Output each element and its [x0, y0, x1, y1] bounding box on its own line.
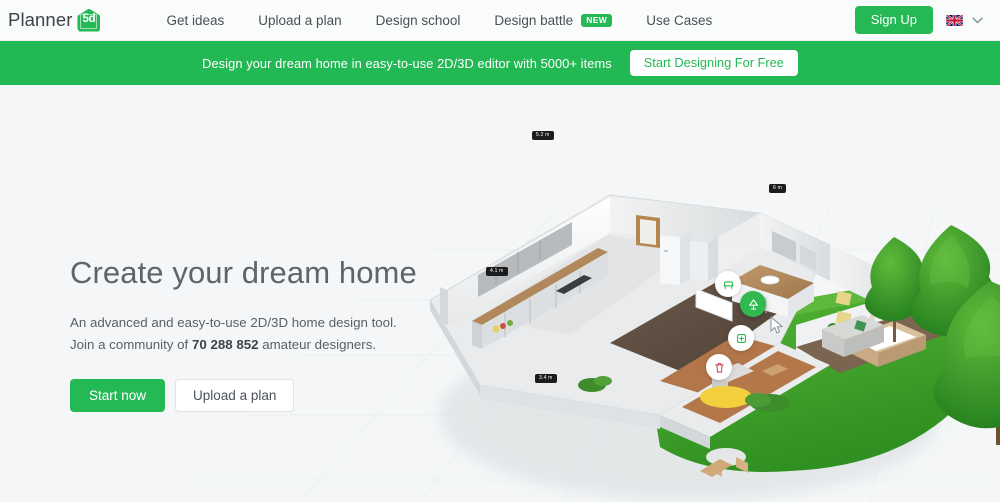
- furniture-swap-icon[interactable]: [715, 271, 741, 297]
- site-header: Planner 5d Get ideas Upload a plan Desig…: [0, 0, 1000, 41]
- brand-name: Planner: [8, 9, 73, 30]
- nav-label: Get ideas: [166, 12, 225, 28]
- brand-badge-text: 5d: [82, 13, 96, 26]
- upload-a-plan-button[interactable]: Upload a plan: [175, 378, 295, 413]
- recolor-glyph: [736, 333, 746, 343]
- language-switcher[interactable]: [946, 14, 983, 26]
- nav-item-use-cases[interactable]: Use Cases: [629, 0, 729, 41]
- dimension-tag: 3.4 m: [535, 374, 557, 383]
- hero-section: Create your dream home An advanced and e…: [0, 85, 1000, 502]
- nav-label: Design school: [375, 12, 461, 28]
- promo-banner-text: Design your dream home in easy-to-use 2D…: [202, 55, 612, 71]
- house-badge-icon: 5d: [77, 8, 101, 32]
- main-navigation: Get ideas Upload a plan Design school De…: [149, 0, 729, 41]
- sign-up-button[interactable]: Sign Up: [854, 6, 933, 34]
- floorplan-illustration: [429, 194, 1000, 500]
- dimension-tag: 6 m: [769, 184, 786, 193]
- nav-item-upload-a-plan[interactable]: Upload a plan: [241, 0, 358, 41]
- hero-subtitle-line2-prefix: Join a community of: [70, 336, 192, 352]
- header-actions: Sign Up: [854, 6, 983, 34]
- trash-glyph: [714, 362, 724, 373]
- nav-label: Use Cases: [646, 12, 713, 28]
- floorplan-3d-render[interactable]: 5.2 m 4.1 m 6 m 3.4 m: [360, 85, 1000, 502]
- start-now-button[interactable]: Start now: [70, 378, 166, 413]
- nav-item-design-school[interactable]: Design school: [359, 0, 478, 41]
- brand-logo[interactable]: Planner 5d: [8, 8, 101, 32]
- nav-label: Design battle: [494, 12, 574, 28]
- uk-flag-icon: [946, 14, 963, 26]
- promo-banner: Design your dream home in easy-to-use 2D…: [0, 41, 1000, 85]
- nav-item-design-battle[interactable]: Design battle NEW: [477, 0, 629, 41]
- hero-subtitle-line1: An advanced and easy-to-use 2D/3D home d…: [70, 314, 397, 330]
- furniture-swap-glyph: [722, 280, 734, 289]
- nav-label: Upload a plan: [258, 12, 342, 28]
- dimension-tag: 4.1 m: [486, 267, 508, 276]
- lamp-glyph: [748, 298, 758, 310]
- trash-icon[interactable]: [706, 354, 732, 380]
- start-designing-button[interactable]: Start Designing For Free: [629, 49, 798, 77]
- new-badge: NEW: [581, 13, 613, 27]
- page-root: Planner 5d Get ideas Upload a plan Desig…: [0, 0, 1000, 502]
- community-count: 70 288 852: [191, 336, 259, 352]
- hero-subtitle-line2-suffix: amateur designers.: [258, 336, 377, 352]
- cursor-arrow-icon: [770, 316, 783, 334]
- lamp-icon[interactable]: [740, 291, 766, 317]
- recolor-icon[interactable]: [728, 325, 754, 351]
- chevron-down-icon: [972, 16, 983, 24]
- nav-item-get-ideas[interactable]: Get ideas: [149, 0, 241, 41]
- dimension-tag: 5.2 m: [532, 131, 554, 140]
